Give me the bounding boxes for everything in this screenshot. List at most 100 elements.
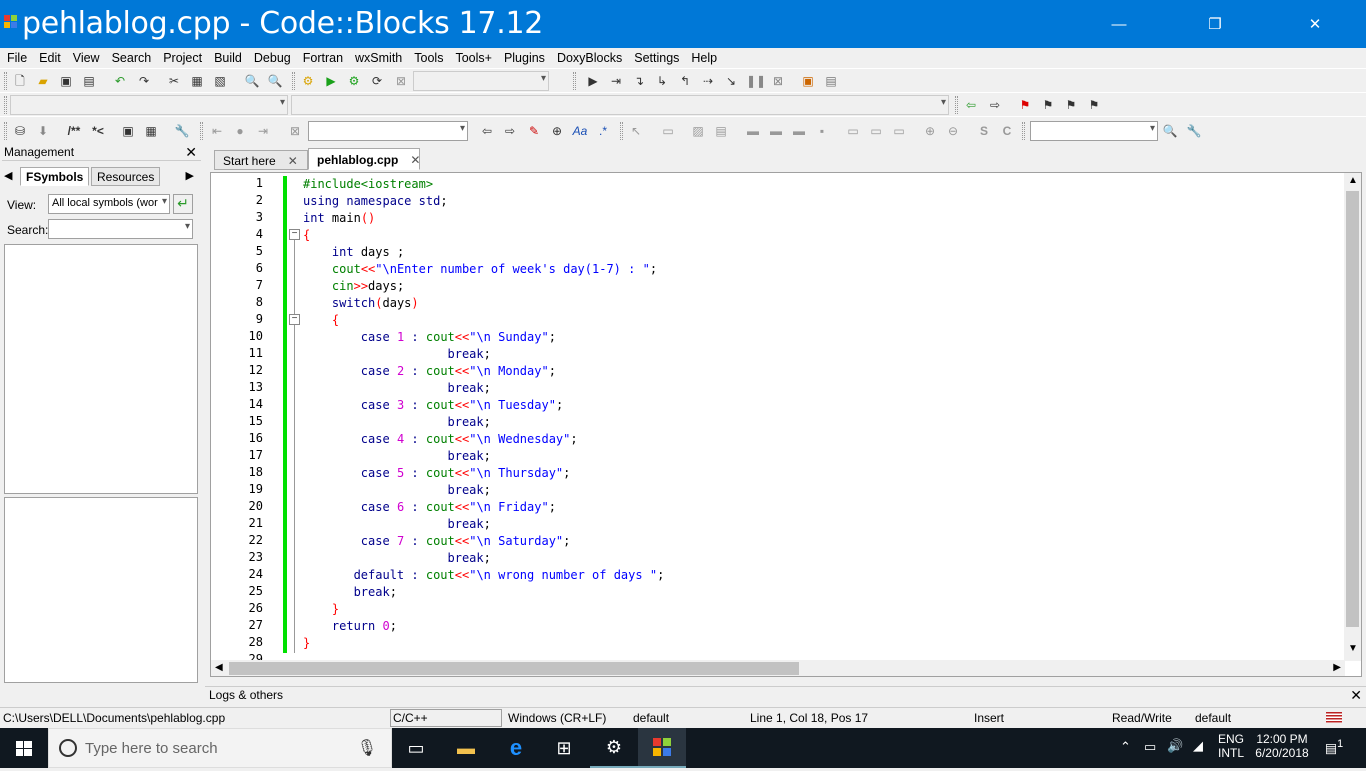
code-line[interactable]: break; <box>303 482 664 499</box>
scroll-down-icon[interactable]: ▼ <box>1348 643 1358 654</box>
close-tab-icon[interactable]: ✕ <box>410 153 420 167</box>
tab-scroll-left-icon[interactable]: ◀ <box>4 169 12 182</box>
code-line[interactable]: break; <box>303 584 664 601</box>
incremental-search-input[interactable]: ▾ <box>308 121 468 141</box>
clock[interactable]: 12:00 PM 6/20/2018 <box>1254 732 1310 760</box>
regex-button[interactable]: .* <box>595 123 611 139</box>
step-instruction-icon[interactable]: ↘ <box>723 73 739 89</box>
language-indicator[interactable]: ENG INTL <box>1213 732 1249 760</box>
menu-build[interactable]: Build <box>207 51 247 65</box>
save-all-icon[interactable]: ▤ <box>81 73 97 89</box>
code-line[interactable]: break; <box>303 516 664 533</box>
code-line[interactable]: case 6 : cout<<"\n Friday"; <box>303 499 664 516</box>
code-line[interactable]: int days ; <box>303 244 664 261</box>
close-button[interactable]: ✕ <box>1292 0 1338 48</box>
maximize-button[interactable]: ❐ <box>1192 0 1238 48</box>
search-symbol-icon[interactable]: 🔍 <box>1162 123 1178 139</box>
toolbar-grip[interactable] <box>955 96 958 114</box>
function-select[interactable]: ▾ <box>291 95 949 115</box>
fold-toggle-icon[interactable]: − <box>289 229 300 240</box>
c-icon[interactable]: C <box>999 123 1015 139</box>
microphone-icon[interactable]: 🎙 <box>357 738 377 758</box>
shape-2-icon[interactable]: ▬ <box>768 123 784 139</box>
toolbar-grip[interactable] <box>573 72 576 90</box>
shape-7-icon[interactable]: ▭ <box>891 123 907 139</box>
tab-forward-icon[interactable]: ⇥ <box>255 123 271 139</box>
menu-search[interactable]: Search <box>105 51 157 65</box>
image-icon[interactable]: ▨ <box>690 123 706 139</box>
pause-icon[interactable]: ❚❚ <box>746 73 766 89</box>
toolbar-grip[interactable] <box>292 72 295 90</box>
build-run-icon[interactable]: ⚙ <box>346 73 362 89</box>
code-line[interactable]: { <box>303 312 664 329</box>
match-case-icon[interactable]: Aa <box>572 123 588 139</box>
start-button[interactable] <box>0 728 48 768</box>
scroll-up-icon[interactable]: ▲ <box>1348 175 1358 186</box>
tab-fsymbols[interactable]: FSymbols <box>20 167 90 186</box>
redo-icon[interactable]: ↷ <box>136 73 152 89</box>
menu-tools[interactable]: Tools <box>407 51 448 65</box>
rebuild-icon[interactable]: ⟳ <box>369 73 385 89</box>
debug-windows-icon[interactable]: ▣ <box>800 73 816 89</box>
menu-help[interactable]: Help <box>684 51 722 65</box>
zoom-out-icon[interactable]: ⊖ <box>945 123 961 139</box>
code-line[interactable]: break; <box>303 414 664 431</box>
extract-icon[interactable]: ⬇ <box>35 123 51 139</box>
tab-resources[interactable]: Resources <box>91 167 161 186</box>
next-instruction-icon[interactable]: ⇢ <box>700 73 716 89</box>
symbols-detail-list[interactable] <box>4 497 198 683</box>
code-line[interactable]: { <box>303 227 664 244</box>
replace-icon[interactable]: 🔍 <box>267 73 283 89</box>
menu-view[interactable]: View <box>66 51 105 65</box>
menu-tools-plus[interactable]: Tools+ <box>448 51 496 65</box>
menu-file[interactable]: File <box>0 51 32 65</box>
run-icon[interactable]: ▶ <box>323 73 339 89</box>
shape-4-icon[interactable]: ▪ <box>814 123 830 139</box>
file-explorer-icon[interactable]: ▬ <box>442 728 490 768</box>
code-line[interactable]: cout<<"\nEnter number of week's day(1-7)… <box>303 261 664 278</box>
scroll-left-icon[interactable]: ◀ <box>215 662 223 673</box>
battery-icon[interactable]: ▭ <box>1144 739 1156 755</box>
close-logs-icon[interactable]: ✕ <box>1350 687 1362 704</box>
edge-browser-icon[interactable]: e <box>492 728 540 768</box>
code-line[interactable]: break; <box>303 550 664 567</box>
show-hidden-icons-icon[interactable]: ⌃ <box>1120 739 1131 755</box>
vertical-scroll-thumb[interactable] <box>1346 191 1359 627</box>
menu-project[interactable]: Project <box>156 51 207 65</box>
find-next-icon[interactable]: ⇨ <box>502 123 518 139</box>
vertical-scrollbar[interactable]: ▲ ▼ <box>1344 173 1361 661</box>
new-file-icon[interactable]: 🗋 <box>12 73 28 89</box>
code-line[interactable]: using namespace std; <box>303 193 664 210</box>
step-into-icon[interactable]: ↳ <box>654 73 670 89</box>
find-prev-icon[interactable]: ⇦ <box>479 123 495 139</box>
code-area[interactable]: #include<iostream> using namespace std; in… <box>303 176 664 652</box>
code-line[interactable]: case 3 : cout<<"\n Tuesday"; <box>303 397 664 414</box>
menu-wxsmith[interactable]: wxSmith <box>348 51 407 65</box>
find-icon[interactable]: 🔍 <box>244 73 260 89</box>
clear-search-icon[interactable]: ⊠ <box>287 123 303 139</box>
symbols-tree[interactable] <box>4 244 198 494</box>
record-icon[interactable]: ● <box>232 123 248 139</box>
menu-debug[interactable]: Debug <box>247 51 296 65</box>
codeblocks-taskbar-icon[interactable] <box>638 728 686 768</box>
store-icon[interactable]: ⊞ <box>540 728 588 768</box>
undo-icon[interactable]: ↶ <box>112 73 128 89</box>
menu-edit[interactable]: Edit <box>32 51 66 65</box>
code-line[interactable]: break; <box>303 346 664 363</box>
refresh-symbols-button[interactable]: ↵ <box>173 194 193 214</box>
s-icon[interactable]: S <box>976 123 992 139</box>
chm-doc-icon[interactable]: ▦ <box>143 123 159 139</box>
zoom-in-icon[interactable]: ⊕ <box>922 123 938 139</box>
code-line[interactable]: switch(days) <box>303 295 664 312</box>
tab-back-icon[interactable]: ⇤ <box>209 123 225 139</box>
fold-toggle-icon[interactable]: − <box>289 314 300 325</box>
run-to-cursor-icon[interactable]: ⇥ <box>608 73 624 89</box>
volume-icon[interactable]: 🔊 <box>1167 738 1183 754</box>
abort-icon[interactable]: ⊠ <box>393 73 409 89</box>
step-out-icon[interactable]: ↰ <box>677 73 693 89</box>
build-target-select[interactable]: ▾ <box>413 71 549 91</box>
save-icon[interactable]: ▣ <box>58 73 74 89</box>
code-line[interactable]: break; <box>303 448 664 465</box>
jump-forward-icon[interactable]: ⇨ <box>987 97 1003 113</box>
code-editor[interactable]: 1 2 3 4 5 6 7 8 9 10 11 12 13 14 15 16 1… <box>210 172 1362 677</box>
